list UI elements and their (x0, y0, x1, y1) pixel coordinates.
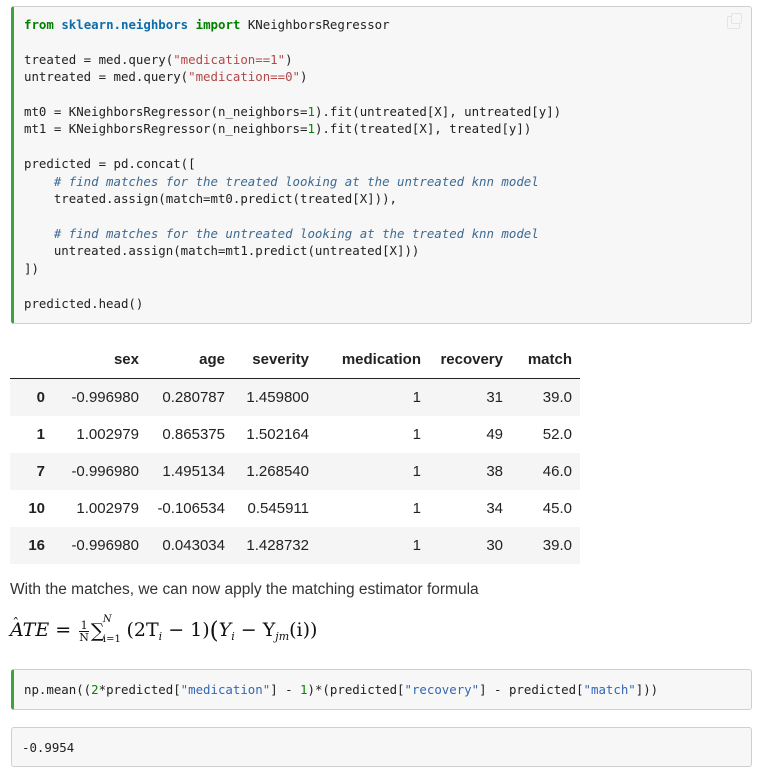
code-text: ] - (270, 682, 301, 697)
table-cell: 1.002979 (76, 426, 139, 443)
table-cell: 1 (412, 389, 421, 406)
number-literal: 1 (307, 104, 315, 120)
formula-term-outcome: Yi − Yjm(i)) (218, 619, 318, 643)
table-cell: 1 (412, 463, 421, 480)
code-text: ]) (24, 260, 39, 276)
number-literal: 1 (300, 682, 308, 697)
code-text: untreated = med.query( (24, 69, 189, 85)
dataframe-table: sex age severity medication recovery mat… (10, 341, 580, 564)
copy-icon[interactable] (727, 13, 742, 29)
table-cell: 49 (486, 426, 503, 443)
formula-paren: ( (209, 618, 219, 644)
table-cell: 0.043034 (162, 537, 225, 554)
code-text: predicted = pd.concat([ (24, 156, 196, 172)
table-cell: 1 (412, 500, 421, 517)
table-row: 7 -0.996980 1.495134 1.268540 1 38 46.0 (10, 453, 580, 490)
module-name: sklearn.neighbors (61, 17, 189, 32)
keyword: from (24, 17, 54, 32)
table-row: 1 1.002979 0.865375 1.502164 1 49 52.0 (10, 416, 580, 453)
column-header: match (511, 341, 580, 379)
ate-formula: ATÊ = 1N∑Ni=1(2Ti − 1)(Yi − Yjm(i)) (10, 614, 318, 645)
import-name: KNeighborsRegressor (247, 17, 390, 32)
number-literal: 1 (307, 121, 315, 137)
table-cell: 39.0 (542, 389, 572, 406)
table-cell: 38 (486, 463, 503, 480)
code-cell-ate[interactable]: np.mean((2*predicted["medication"] - 1)*… (11, 669, 752, 710)
table-row: 16 -0.996980 0.043034 1.428732 1 30 39.0 (10, 527, 580, 564)
code-text: ] - predicted[ (479, 682, 584, 697)
row-index: 7 (36, 463, 45, 480)
output-cell: -0.9954 (11, 727, 752, 767)
row-index: 10 (28, 500, 45, 517)
code-comment: # find matches for the untreated looking… (24, 225, 539, 241)
table-cell: -0.996980 (71, 537, 139, 554)
table-cell: 1 (412, 426, 421, 443)
table-cell: 1.495134 (162, 463, 225, 480)
row-index: 0 (36, 389, 45, 406)
column-header: age (147, 341, 233, 379)
string-literal: "match" (583, 682, 636, 697)
table-cell: -0.996980 (71, 389, 139, 406)
row-index: 1 (36, 426, 45, 443)
row-index: 16 (28, 537, 45, 554)
code-text: treated.assign(match=mt0.predict(treated… (24, 191, 397, 207)
column-header: sex (53, 341, 147, 379)
code-text: ) (300, 69, 308, 85)
column-header (10, 341, 53, 379)
formula-fraction: 1N (79, 618, 89, 644)
table-cell: 0.280787 (162, 389, 225, 406)
table-row: 10 1.002979 -0.106534 0.545911 1 34 45.0 (10, 490, 580, 527)
table-cell: 1.428732 (246, 537, 309, 554)
table-cell: 34 (486, 500, 503, 517)
table-cell: 45.0 (542, 500, 572, 517)
string-literal: "recovery" (404, 682, 480, 697)
formula-sum: ∑ Ni=1 (90, 614, 121, 645)
code-comment: # find matches for the treated looking a… (24, 173, 539, 189)
table-header-row: sex age severity medication recovery mat… (10, 341, 580, 379)
code-text: *predicted[ (98, 682, 181, 697)
code-editor[interactable]: np.mean((2*predicted["medication"] - 1)*… (24, 681, 658, 698)
string-literal: "medication" (180, 682, 271, 697)
table-cell: 0.865375 (162, 426, 225, 443)
formula-lhs: ATE (10, 619, 50, 641)
table-row: 0 -0.996980 0.280787 1.459800 1 31 39.0 (10, 378, 580, 416)
code-text: ) (285, 51, 293, 67)
table-cell: 1.502164 (246, 426, 309, 443)
formula-term-treatment: (2Ti − 1) (126, 619, 210, 643)
table-cell: 46.0 (542, 463, 572, 480)
code-text: np.mean(( (24, 682, 92, 697)
string-literal: "medication==1" (173, 51, 286, 67)
table-cell: 0.545911 (247, 500, 309, 517)
table-cell: 1 (412, 537, 421, 554)
code-editor[interactable]: from sklearn.neighbors import KNeighbors… (24, 16, 561, 312)
column-header: severity (233, 341, 317, 379)
code-text: mt1 = KNeighborsRegressor(n_neighbors= (24, 121, 308, 137)
code-text: ).fit(untreated[X], untreated[y]) (314, 104, 562, 120)
code-text: ])) (635, 682, 659, 697)
string-literal: "medication==0" (188, 69, 301, 85)
code-text: ).fit(treated[X], treated[y]) (314, 121, 532, 137)
code-text: predicted.head() (24, 295, 144, 311)
number-literal: 2 (91, 682, 99, 697)
markdown-paragraph: With the matches, we can now apply the m… (10, 581, 479, 598)
code-text: )*(predicted[ (307, 682, 405, 697)
table-cell: 52.0 (542, 426, 572, 443)
table-cell: 39.0 (542, 537, 572, 554)
keyword: import (195, 17, 241, 32)
code-text: treated = med.query( (24, 51, 174, 67)
column-header: medication (317, 341, 429, 379)
table-cell: 30 (486, 537, 503, 554)
column-header: recovery (429, 341, 511, 379)
table-cell: -0.106534 (157, 500, 225, 517)
code-text: untreated.assign(match=mt1.predict(untre… (24, 243, 420, 259)
output-value: -0.9954 (22, 740, 75, 755)
formula-equals: = (55, 619, 72, 641)
table-cell: 1.268540 (246, 463, 309, 480)
table-cell: -0.996980 (71, 463, 139, 480)
code-text: mt0 = KNeighborsRegressor(n_neighbors= (24, 104, 308, 120)
table-cell: 31 (486, 389, 503, 406)
table-cell: 1.459800 (246, 389, 309, 406)
code-cell-knn[interactable]: from sklearn.neighbors import KNeighbors… (11, 6, 752, 324)
table-cell: 1.002979 (76, 500, 139, 517)
